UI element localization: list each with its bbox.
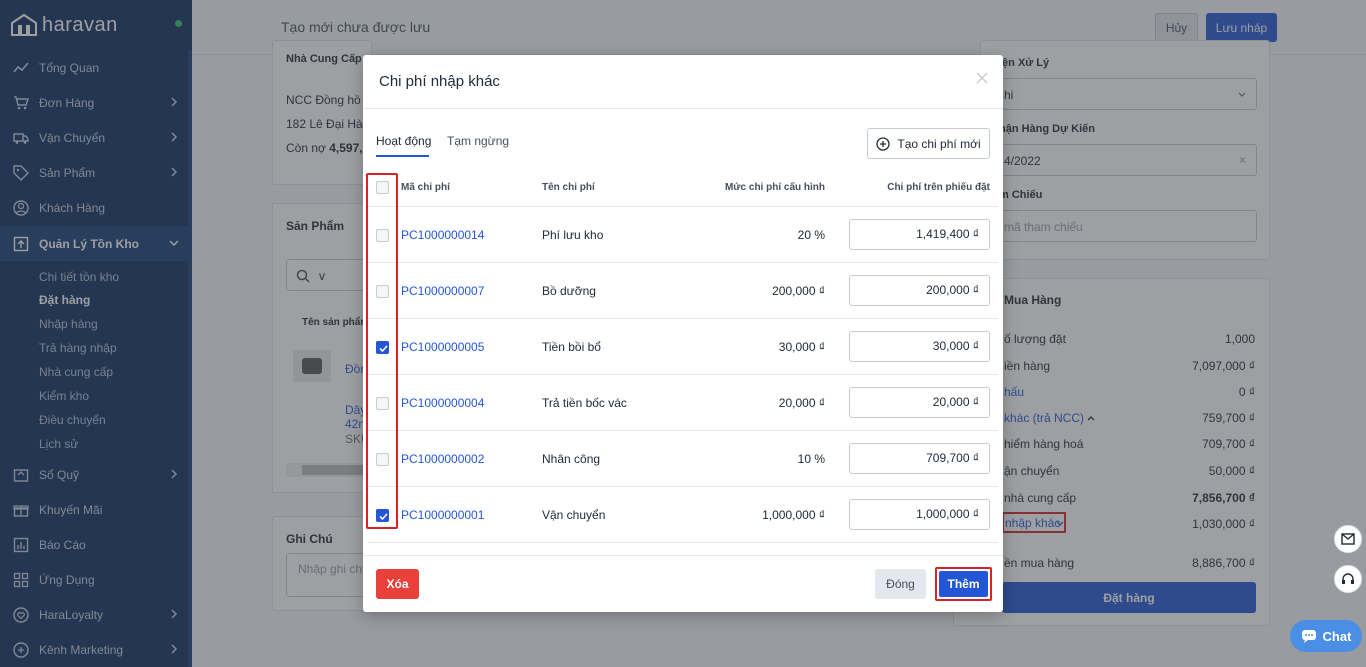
other-cost-modal: Chi phí nhập khác Hoạt động Tạm ngừng Tạ… <box>363 55 1003 612</box>
column-header-code: Mã chi phí <box>401 182 450 193</box>
table-row-divider <box>368 318 998 319</box>
cost-amount-input[interactable]: 1,419,400 ₫ <box>849 219 990 250</box>
cost-config: 1,000,000 ₫ <box>762 508 825 522</box>
chat-button[interactable]: Chat <box>1290 620 1362 652</box>
modal-title: Chi phí nhập khác <box>379 73 500 90</box>
tab-active[interactable]: Hoạt động <box>376 134 431 148</box>
column-header-amount: Chi phí trên phiếu đặt <box>887 182 990 193</box>
modal-divider <box>363 108 1003 109</box>
cost-code[interactable]: PC1000000002 <box>401 452 484 466</box>
cost-name: Phí lưu kho <box>542 228 604 242</box>
column-header-config: Mức chi phí cấu hình <box>724 182 825 193</box>
headset-icon <box>1342 573 1354 584</box>
close-button[interactable]: Đóng <box>875 569 926 599</box>
cost-amount-input[interactable]: 1,000,000 ₫ <box>849 499 990 530</box>
plus-circle-icon <box>876 136 891 151</box>
add-button-highlight: Thêm <box>935 567 992 601</box>
column-header-name: Tên chi phí <box>542 182 595 193</box>
cost-config: 30,000 ₫ <box>778 340 825 354</box>
chat-icon <box>1301 630 1316 643</box>
chat-label: Chat <box>1322 628 1352 644</box>
cost-amount-input[interactable]: 30,000 ₫ <box>849 331 990 362</box>
table-row-divider <box>368 374 998 375</box>
modal-footer-divider <box>363 555 1003 556</box>
tab-active-indicator <box>376 155 429 157</box>
cost-config: 20,000 ₫ <box>778 396 825 410</box>
delete-button[interactable]: Xóa <box>376 569 419 599</box>
cost-name: Bồ dưỡng <box>542 284 596 298</box>
table-divider <box>368 206 998 207</box>
mail-icon <box>1341 533 1355 545</box>
cost-code[interactable]: PC1000000004 <box>401 396 484 410</box>
cost-code[interactable]: PC1000000001 <box>401 508 484 522</box>
create-new-cost-button[interactable]: Tạo chi phí mới <box>867 128 990 159</box>
app-root: haravan Tổng Quan Đơn Hàng Vận Chuyển Sả… <box>0 0 1366 667</box>
cost-code[interactable]: PC1000000014 <box>401 228 484 242</box>
mail-button[interactable] <box>1334 525 1362 553</box>
table-row-divider <box>368 430 998 431</box>
cost-config: 20 % <box>797 228 825 242</box>
cost-config: 200,000 ₫ <box>772 284 825 298</box>
close-icon[interactable] <box>975 71 989 85</box>
cost-name: Vận chuyển <box>542 508 606 522</box>
cost-code[interactable]: PC1000000007 <box>401 284 484 298</box>
cost-name: Trả tiền bốc vác <box>542 396 627 410</box>
cost-code[interactable]: PC1000000005 <box>401 340 484 354</box>
cost-amount-input[interactable]: 20,000 ₫ <box>849 387 990 418</box>
cost-amount-input[interactable]: 200,000 ₫ <box>849 275 990 306</box>
table-row-divider <box>368 486 998 487</box>
tab-paused[interactable]: Tạm ngừng <box>447 134 509 148</box>
create-new-cost-label: Tạo chi phí mới <box>897 136 981 151</box>
checkbox-column-highlight <box>366 173 398 529</box>
add-button[interactable]: Thêm <box>939 571 988 597</box>
cost-name: Tiền bồi bổ <box>542 340 601 354</box>
cost-amount-input[interactable]: 709,700 ₫ <box>849 443 990 474</box>
table-row-divider <box>368 262 998 263</box>
table-row-divider <box>368 542 998 543</box>
cost-config: 10 % <box>797 452 825 466</box>
cost-name: Nhân công <box>542 452 601 466</box>
support-button[interactable] <box>1334 565 1362 593</box>
